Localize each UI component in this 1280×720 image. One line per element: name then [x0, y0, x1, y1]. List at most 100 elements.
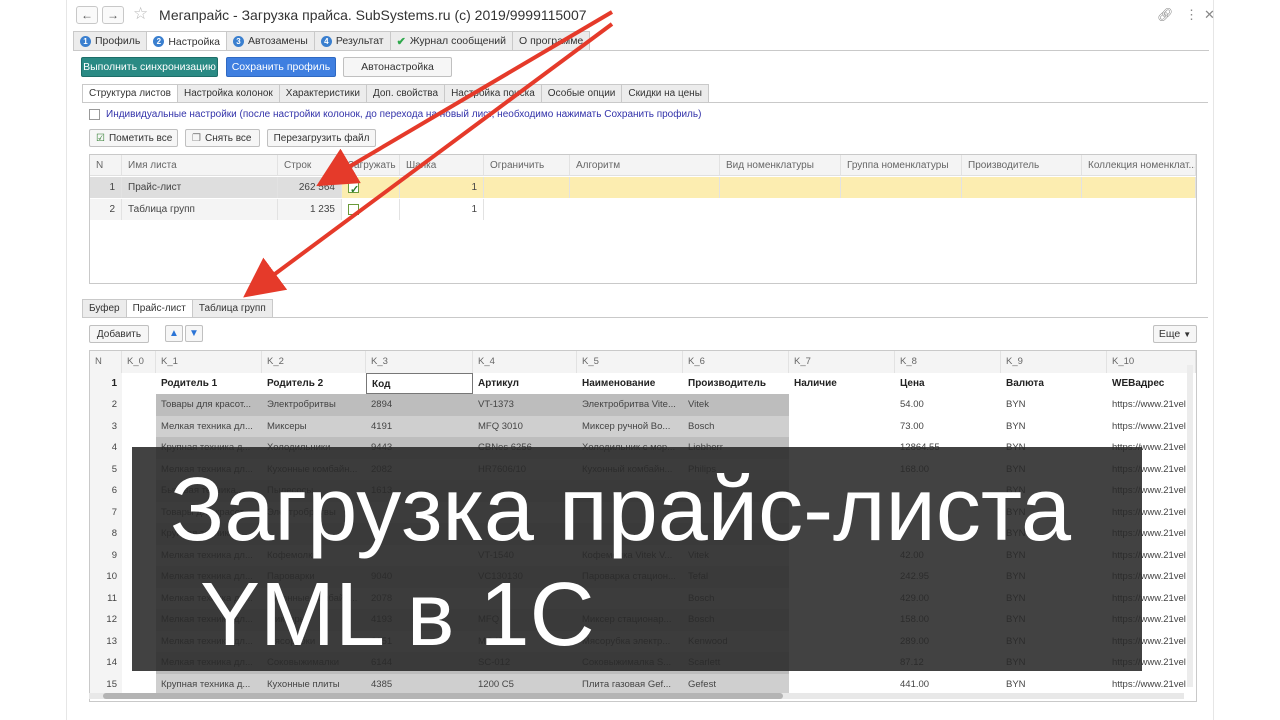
add-button[interactable]: Добавить [89, 325, 149, 343]
tab-profile[interactable]: 1 Профиль [73, 31, 148, 50]
table-cell: 15 [90, 673, 122, 695]
table-cell: 4191 [366, 415, 473, 437]
table-row[interactable]: 3 Мелкая техника дл... Миксеры 4191 MFQ 3010… [90, 415, 1196, 437]
back-icon[interactable]: ← [76, 6, 98, 24]
move-up-icon[interactable]: ▲ [165, 325, 183, 342]
main-tabs: 1 Профиль 2 Настройка 3 Автозамены 4 Результ… [73, 31, 591, 51]
favorite-star-icon[interactable]: ☆ [133, 4, 148, 24]
forward-icon[interactable]: → [102, 6, 124, 24]
column-header[interactable]: Алгоритм [570, 155, 720, 176]
subtab-search[interactable]: Настройка поиска [444, 84, 542, 102]
tab-price-list[interactable]: Прайс-лист [125, 299, 193, 317]
menu-icon[interactable]: ⋮ [1185, 7, 1198, 23]
autosetup-button[interactable]: Автонастройка [343, 57, 452, 77]
column-header[interactable]: Строк [278, 155, 342, 176]
subtab-characteristics[interactable]: Характеристики [278, 84, 367, 102]
column-header[interactable]: K_5 [577, 351, 683, 373]
table-row[interactable]: 1 Прайс-лист 262 564 1 [90, 177, 1196, 198]
save-profile-button[interactable]: Сохранить профиль [226, 57, 336, 77]
table-cell: Цена [900, 377, 925, 389]
subtab-sheet-structure[interactable]: Структура листов [82, 84, 178, 102]
column-header[interactable]: K_4 [473, 351, 577, 373]
table-cell: Код [366, 372, 473, 394]
banner-title-line-2: YML в 1С [200, 565, 595, 665]
column-header[interactable]: K_9 [1001, 351, 1107, 373]
tab-number-icon: 1 [80, 35, 91, 47]
column-header[interactable]: K_7 [789, 351, 895, 373]
load-checkbox[interactable] [348, 203, 359, 215]
column-header[interactable]: K_10 [1107, 351, 1196, 373]
table-cell: 1200 C5 [473, 673, 577, 695]
table-cell: Производитель [688, 377, 766, 389]
individual-settings-checkbox[interactable] [89, 109, 100, 120]
subtab-discounts[interactable]: Скидки на цены [621, 84, 709, 102]
column-header[interactable]: Вид номенклатуры [720, 155, 841, 176]
tab-settings[interactable]: 2 Настройка [146, 31, 228, 51]
reload-file-button[interactable]: Перезагрузить файл [267, 129, 376, 147]
subtab-columns[interactable]: Настройка колонок [176, 84, 280, 102]
table-row[interactable]: 1 Родитель 1 Родитель 2 Код Артикул Наименова… [90, 372, 1196, 394]
banner-title-line-1: Загрузка прайс-листа [170, 460, 1072, 560]
column-header[interactable]: Загружать [342, 155, 400, 176]
table-cell: Родитель 1 [161, 377, 218, 389]
column-header[interactable]: Имя листа [122, 155, 278, 176]
table-cell: 6 [90, 480, 122, 502]
settings-subtabs: Структура листов Настройка колонок Харак… [82, 84, 709, 102]
copy-icon: ❐ [192, 132, 201, 144]
mark-all-button[interactable]: ☑ Пометить все [89, 129, 178, 147]
table-cell: Кухонные плиты [262, 673, 366, 695]
more-button[interactable]: Еще ▼ [1153, 325, 1197, 343]
column-header[interactable]: K_0 [122, 351, 156, 373]
table-cell: 10 [90, 566, 122, 588]
column-header[interactable]: Ограничить [484, 155, 570, 176]
table-cell: MFQ 3010 [473, 415, 577, 437]
divider [82, 102, 1208, 103]
tab-number-icon: 3 [233, 35, 245, 47]
table-row[interactable]: 2 Товары для красот... Электробритвы 2894 VT… [90, 394, 1196, 416]
table-cell: VT-1373 [473, 394, 577, 416]
column-header[interactable]: K_1 [156, 351, 262, 373]
subtab-special-options[interactable]: Особые опции [540, 84, 623, 102]
sync-button[interactable]: Выполнить синхронизацию [81, 57, 218, 77]
tab-autoreplace[interactable]: 3 Автозамены [226, 31, 315, 50]
link-icon[interactable]: 🔗︎ [1157, 7, 1174, 23]
table-row[interactable]: 15 Крупная техника д... Кухонные плиты 4385… [90, 673, 1196, 695]
divider [82, 317, 1208, 318]
column-header[interactable]: K_2 [262, 351, 366, 373]
table-cell: 7 [90, 501, 122, 523]
table-cell: Плита газовая Gef... [577, 673, 683, 695]
vertical-scrollbar[interactable] [1187, 365, 1193, 687]
table-header[interactable]: N K_0 K_1 K_2 K_3 K_4 K_5 K_6 K_7 K_8 K_9 K_10 [90, 351, 1196, 373]
subtab-extra-properties[interactable]: Доп. свойства [365, 84, 446, 102]
column-header[interactable]: Группа номенклатуры [841, 155, 962, 176]
column-header[interactable]: N [90, 155, 122, 176]
table-cell: 2 [90, 394, 122, 416]
tab-buffer[interactable]: Буфер [82, 299, 127, 317]
title-bar: ← → ☆ Мегапрайс - Загрузка прайса. SubSy… [67, 0, 1215, 30]
horizontal-scrollbar[interactable] [89, 693, 1184, 699]
tab-groups-table[interactable]: Таблица групп [191, 299, 273, 317]
move-down-icon[interactable]: ▼ [185, 325, 203, 342]
table-cell: 2894 [366, 394, 473, 416]
table-cell: Крупная техника д... [156, 673, 262, 695]
column-header[interactable]: N [90, 351, 122, 373]
table-cell: 13 [90, 630, 122, 652]
unmark-all-button[interactable]: ❐ Снять все [185, 129, 260, 147]
tab-result[interactable]: 4 Результат [313, 31, 391, 50]
tab-message-log[interactable]: ✔ Журнал сообщений [389, 31, 514, 50]
tab-about[interactable]: О программе [512, 31, 591, 50]
table-cell: 4 [90, 437, 122, 459]
column-header[interactable]: Коллекция номенклат... [1082, 155, 1196, 176]
table-row[interactable]: 2 Таблица групп 1 235 1 [90, 199, 1196, 220]
column-header[interactable]: Шапка [400, 155, 484, 176]
individual-settings-row[interactable]: Индивидуальные настройки (после настройк… [89, 109, 701, 120]
column-header[interactable]: K_6 [683, 351, 789, 373]
column-header[interactable]: K_3 [366, 351, 473, 373]
table-cell: Наименование [582, 377, 656, 389]
tab-number-icon: 2 [153, 36, 165, 47]
column-header[interactable]: Производитель [962, 155, 1082, 176]
load-checkbox[interactable] [348, 180, 359, 198]
scrollbar-thumb[interactable] [103, 693, 783, 699]
close-icon[interactable]: ✕ [1204, 7, 1215, 23]
column-header[interactable]: K_8 [895, 351, 1001, 373]
